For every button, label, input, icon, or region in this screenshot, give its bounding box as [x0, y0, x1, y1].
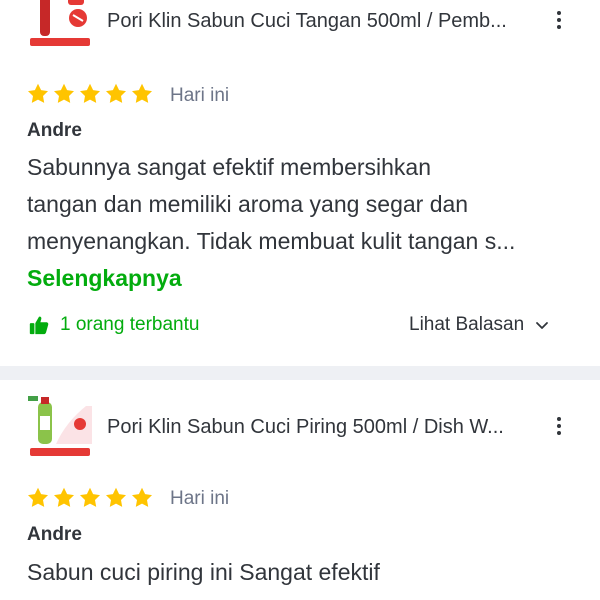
view-replies-button[interactable]: Lihat Balasan [409, 314, 550, 336]
review-date: Hari ini [170, 85, 230, 106]
review-text-line: Sabunnya sangat efektif membersihkan [27, 154, 432, 180]
star-icon [132, 487, 152, 507]
star-icon [80, 487, 100, 507]
review-text-line: Sabun cuci piring ini Sangat efektif [27, 559, 380, 585]
star-icon [132, 83, 152, 103]
product-thumbnail[interactable] [26, 392, 94, 460]
read-more-link[interactable]: Selengkapnya [27, 265, 182, 292]
rating-stars [26, 486, 154, 510]
product-thumbnail-image [26, 392, 94, 460]
chevron-down-icon [536, 322, 549, 329]
review-text: Sabun cuci piring ini Sangat efektif [27, 554, 587, 591]
rating-stars [26, 82, 154, 106]
star-icon [106, 83, 126, 103]
star-icon [28, 487, 48, 507]
product-thumbnail[interactable] [26, 0, 94, 50]
star-icon [80, 83, 100, 103]
product-name[interactable]: Pori Klin Sabun Cuci Tangan 500ml / Pemb… [107, 10, 507, 33]
review-text-line: menyenangkan. Tidak membuat kulit tangan… [27, 228, 516, 254]
review-card: Pori Klin Sabun Cuci Piring 500ml / Dish… [0, 380, 600, 600]
review-card: Pori Klin Sabun Cuci Tangan 500ml / Pemb… [0, 0, 600, 366]
product-row[interactable]: Pori Klin Sabun Cuci Tangan 500ml / Pemb… [0, 0, 600, 60]
view-replies-label: Lihat Balasan [409, 314, 525, 335]
product-thumbnail-image [26, 0, 94, 50]
thumbs-up-icon [29, 316, 49, 335]
helpful-button[interactable]: 1 orang terbantu [28, 314, 199, 336]
more-vertical-icon[interactable] [553, 414, 565, 440]
reviewer-name: Andre [27, 524, 82, 545]
helpful-count: 1 orang terbantu [60, 314, 200, 335]
review-text: Sabunnya sangat efektif membersihkan tan… [27, 149, 587, 260]
product-row[interactable]: Pori Klin Sabun Cuci Piring 500ml / Dish… [0, 380, 600, 460]
product-name[interactable]: Pori Klin Sabun Cuci Piring 500ml / Dish… [107, 416, 504, 439]
reviewer-name: Andre [27, 120, 82, 141]
more-vertical-icon[interactable] [553, 8, 565, 34]
review-text-line: tangan dan memiliki aroma yang segar dan [27, 191, 469, 217]
star-icon [54, 487, 74, 507]
star-icon [28, 83, 48, 103]
section-divider [0, 366, 600, 380]
review-date: Hari ini [170, 488, 230, 509]
star-icon [106, 487, 126, 507]
star-icon [54, 83, 74, 103]
